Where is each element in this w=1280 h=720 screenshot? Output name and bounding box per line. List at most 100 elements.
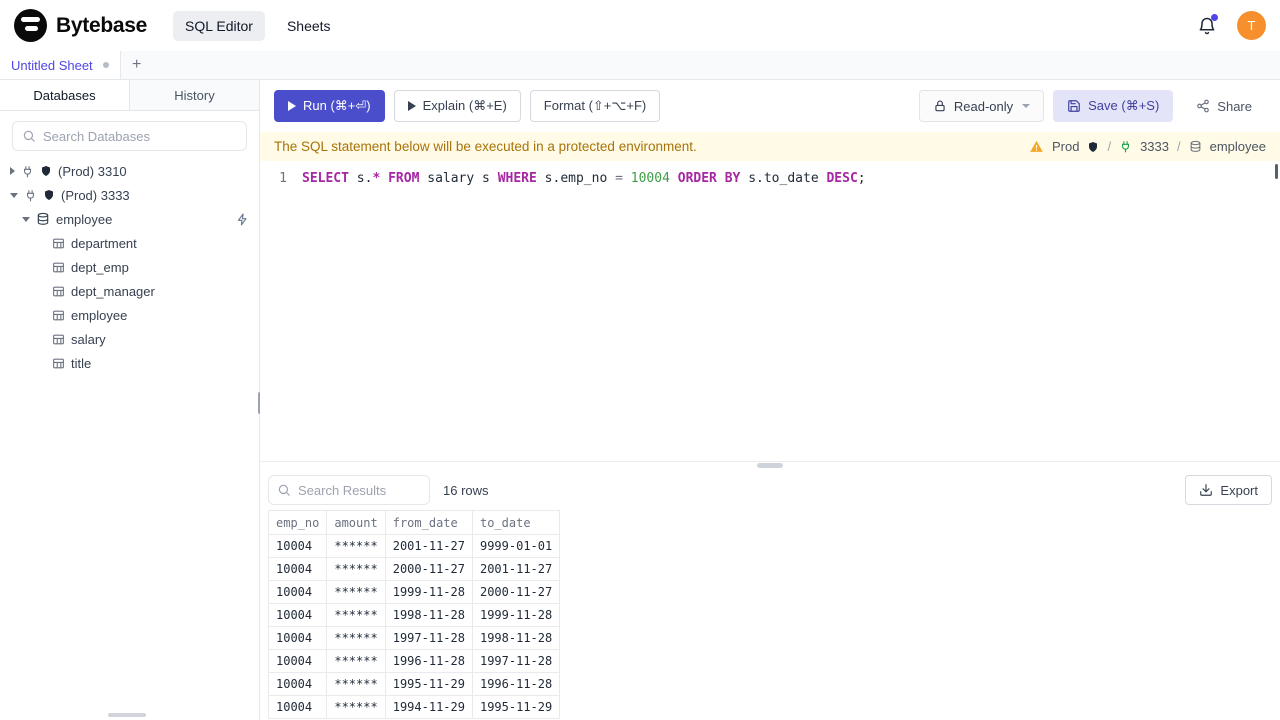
instance-crumb[interactable]: 3333 (1140, 139, 1169, 154)
caret-down-icon[interactable] (22, 216, 30, 222)
run-button[interactable]: Run (⌘+⏎) (274, 90, 385, 122)
column-header-from-date[interactable]: from_date (384, 510, 473, 535)
search-databases-input[interactable] (43, 128, 237, 144)
tree-table-dept-manager[interactable]: dept_manager (0, 279, 259, 303)
table-row[interactable]: 10004 ****** 2000-11-27 2001-11-27 (268, 557, 561, 581)
cell[interactable]: 10004 (268, 672, 328, 696)
resize-handle[interactable] (757, 463, 783, 468)
table-row[interactable]: 10004 ****** 1999-11-28 2000-11-27 (268, 580, 561, 604)
cell[interactable]: 10004 (268, 649, 328, 673)
top-bar: Bytebase SQL Editor Sheets T (0, 0, 1280, 51)
play-icon (288, 101, 296, 111)
notification-bell-icon[interactable] (1197, 13, 1218, 36)
format-button[interactable]: Format (⇧+⌥+F) (529, 90, 661, 122)
environment-label[interactable]: Prod (1052, 139, 1079, 154)
nav-sql-editor[interactable]: SQL Editor (172, 10, 265, 41)
cell[interactable]: 2001-11-27 (471, 557, 561, 581)
cell[interactable]: ****** (326, 649, 386, 673)
cell[interactable]: 10004 (268, 534, 328, 558)
column-header-amount[interactable]: amount (326, 510, 386, 535)
tree-table-employee[interactable]: employee (0, 303, 259, 327)
table-icon (52, 285, 65, 298)
chevron-down-icon (1022, 104, 1031, 108)
cell[interactable]: 9999-01-01 (471, 534, 561, 558)
cell[interactable]: 2000-11-27 (471, 580, 561, 604)
table-row[interactable]: 10004 ****** 1996-11-28 1997-11-28 (268, 649, 561, 673)
cell[interactable]: 10004 (268, 603, 328, 627)
shield-icon (40, 165, 52, 177)
cell[interactable]: 1994-11-29 (384, 695, 473, 719)
cell[interactable]: 10004 (268, 557, 328, 581)
tree-table-dept-emp[interactable]: dept_emp (0, 255, 259, 279)
sheet-tab-untitled[interactable]: Untitled Sheet (0, 51, 121, 79)
tree-table-salary[interactable]: salary (0, 327, 259, 351)
cell[interactable]: ****** (326, 695, 386, 719)
database-search-box[interactable] (12, 121, 247, 151)
tab-databases[interactable]: Databases (0, 80, 129, 110)
notice-message: The SQL statement below will be executed… (274, 139, 697, 154)
cell[interactable]: 1998-11-28 (384, 603, 473, 627)
table-label: dept_manager (71, 283, 155, 299)
cell[interactable]: 1999-11-28 (471, 603, 561, 627)
cell[interactable]: 1995-11-29 (384, 672, 473, 696)
cell[interactable]: 1995-11-29 (471, 695, 561, 719)
cell[interactable]: 10004 (268, 695, 328, 719)
tab-history[interactable]: History (129, 80, 259, 110)
cell[interactable]: 2000-11-27 (384, 557, 473, 581)
tree-database-employee[interactable]: employee (0, 207, 259, 231)
cell[interactable]: 1997-11-28 (471, 649, 561, 673)
bytebase-logo-icon (14, 9, 47, 42)
tree-instance-prod-3310[interactable]: (Prod) 3310 (0, 159, 259, 183)
sql-editor[interactable]: 1 SELECT s.* FROM salary s WHERE s.emp_n… (260, 161, 1280, 462)
table-icon (52, 357, 65, 370)
table-label: title (71, 355, 92, 371)
cell[interactable]: 1999-11-28 (384, 580, 473, 604)
cell[interactable]: 1997-11-28 (384, 626, 473, 650)
cell[interactable]: 1996-11-28 (471, 672, 561, 696)
tree-table-department[interactable]: department (0, 231, 259, 255)
cell[interactable]: ****** (326, 626, 386, 650)
tree-table-title[interactable]: title (0, 351, 259, 375)
caret-down-icon[interactable] (10, 192, 18, 198)
table-row[interactable]: 10004 ****** 1995-11-29 1996-11-28 (268, 672, 561, 696)
cell[interactable]: ****** (326, 603, 386, 627)
sql-token: FROM (388, 171, 420, 186)
table-row[interactable]: 10004 ****** 2001-11-27 9999-01-01 (268, 534, 561, 558)
bytebase-logo[interactable]: Bytebase (14, 9, 147, 42)
quick-action-bolt-icon[interactable] (236, 213, 249, 226)
column-header-to-date[interactable]: to_date (471, 510, 561, 535)
sheet-tab-label: Untitled Sheet (11, 57, 93, 73)
database-crumb[interactable]: employee (1210, 139, 1266, 154)
cell[interactable]: 1998-11-28 (471, 626, 561, 650)
share-button[interactable]: Share (1182, 90, 1266, 122)
sidebar-horizontal-scrollbar[interactable] (108, 713, 146, 717)
avatar[interactable]: T (1237, 11, 1266, 40)
caret-right-icon[interactable] (10, 167, 15, 175)
tree-instance-prod-3333[interactable]: (Prod) 3333 (0, 183, 259, 207)
column-header-emp-no[interactable]: emp_no (268, 510, 328, 535)
editor-scrollbar[interactable] (1275, 164, 1278, 179)
table-row[interactable]: 10004 ****** 1994-11-29 1995-11-29 (268, 695, 561, 719)
cell[interactable]: ****** (326, 534, 386, 558)
cell[interactable]: 2001-11-27 (384, 534, 473, 558)
panel-divider[interactable] (260, 462, 1280, 470)
results-search-box[interactable] (268, 475, 430, 505)
search-results-input[interactable] (298, 482, 421, 498)
export-button[interactable]: Export (1185, 475, 1272, 505)
table-row[interactable]: 10004 ****** 1997-11-28 1998-11-28 (268, 626, 561, 650)
sql-code-line[interactable]: 1 SELECT s.* FROM salary s WHERE s.emp_n… (260, 161, 1280, 189)
explain-button[interactable]: Explain (⌘+E) (393, 90, 521, 122)
cell[interactable]: ****** (326, 557, 386, 581)
save-button[interactable]: Save (⌘+S) (1053, 90, 1174, 122)
cell[interactable]: ****** (326, 580, 386, 604)
main-panel: Run (⌘+⏎) Explain (⌘+E) Format (⇧+⌥+F) R… (260, 80, 1280, 720)
cell[interactable]: ****** (326, 672, 386, 696)
download-icon (1199, 483, 1213, 497)
add-sheet-button[interactable]: + (121, 51, 153, 79)
nav-sheets[interactable]: Sheets (275, 11, 343, 41)
table-row[interactable]: 10004 ****** 1998-11-28 1999-11-28 (268, 603, 561, 627)
cell[interactable]: 10004 (268, 626, 328, 650)
cell[interactable]: 1996-11-28 (384, 649, 473, 673)
cell[interactable]: 10004 (268, 580, 328, 604)
readonly-mode-button[interactable]: Read-only (918, 90, 1045, 122)
